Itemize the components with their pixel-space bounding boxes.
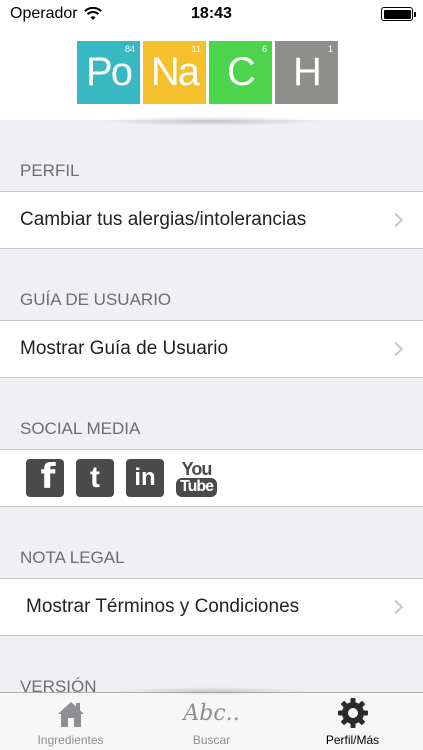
tab-label: Perfil/Más: [325, 733, 380, 747]
youtube-icon[interactable]: You Tube: [176, 460, 218, 497]
cell-label: Cambiar tus alergias/intolerancias: [20, 209, 307, 230]
linkedin-icon[interactable]: in: [126, 459, 164, 497]
abc-icon: Abc..: [183, 701, 240, 726]
tab-bar: Ingredientes Abc.. Buscar Perfil/Más: [0, 687, 423, 750]
tab-bar-shadow: [110, 687, 313, 695]
facebook-icon[interactable]: f: [26, 457, 64, 497]
chevron-right-icon: [388, 341, 404, 357]
status-left: Operador: [10, 5, 102, 23]
settings-list[interactable]: PERFIL Cambiar tus alergias/intolerancia…: [0, 120, 423, 692]
cell-mostrar-terminos[interactable]: Mostrar Términos y Condiciones: [0, 579, 423, 636]
cell-label: Mostrar Términos y Condiciones: [26, 596, 300, 617]
section-header-guia: GUÍA DE USUARIO: [0, 249, 423, 321]
cell-cambiar-alergias[interactable]: Cambiar tus alergias/intolerancias: [0, 192, 423, 249]
wifi-icon: [83, 7, 102, 20]
section-header-legal: NOTA LEGAL: [0, 507, 423, 579]
status-bar: Operador 18:43: [0, 0, 423, 28]
logo-tile-na: 11 Na: [143, 41, 206, 104]
tab-label: Buscar: [192, 733, 231, 747]
tab-ingredientes[interactable]: Ingredientes: [0, 693, 141, 750]
section-header-social: SOCIAL MEDIA: [0, 378, 423, 450]
tab-perfil-mas[interactable]: Perfil/Más: [282, 693, 423, 750]
section-header-version: VERSIÓN: [0, 636, 423, 692]
ponach-logo: 84 Po 11 Na 6 C 1 H: [77, 41, 338, 104]
battery-icon: [381, 7, 416, 21]
gear-icon: [337, 698, 368, 728]
tab-buscar[interactable]: Abc.. Buscar: [141, 693, 282, 750]
tab-label: Ingredientes: [37, 733, 104, 747]
social-media-row: f t in You Tube: [0, 450, 423, 507]
logo-tile-c: 6 C: [209, 41, 272, 104]
home-icon: [57, 702, 84, 727]
cell-label: Mostrar Guía de Usuario: [20, 338, 229, 359]
chevron-right-icon: [388, 599, 404, 615]
logo-tile-po: 84 Po: [77, 41, 140, 104]
twitter-icon[interactable]: t: [76, 459, 114, 497]
chevron-right-icon: [388, 212, 404, 228]
carrier-label: Operador: [10, 5, 78, 22]
app-header: 84 Po 11 Na 6 C 1 H: [0, 28, 423, 126]
cell-mostrar-guia[interactable]: Mostrar Guía de Usuario: [0, 321, 423, 378]
logo-tile-h: 1 H: [275, 41, 338, 104]
section-header-perfil: PERFIL: [0, 120, 423, 192]
